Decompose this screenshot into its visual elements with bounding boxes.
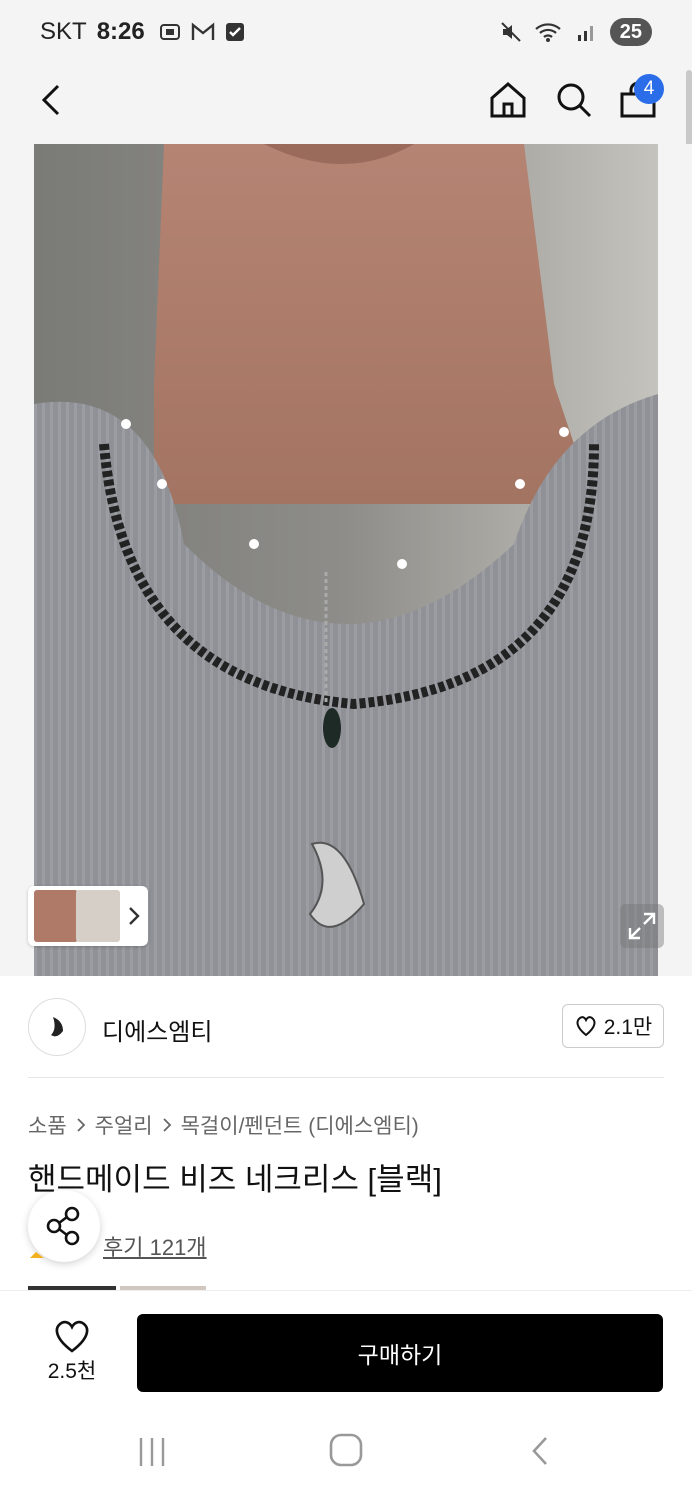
purchase-bar: 2.5천 구매하기 xyxy=(0,1290,692,1409)
mute-icon xyxy=(501,22,521,42)
battery-indicator: 25 xyxy=(609,18,652,46)
divider xyxy=(28,1077,664,1078)
status-bar: SKT 8:26 25 xyxy=(0,0,692,66)
necklace-photo xyxy=(34,144,658,976)
cart-count-badge: 4 xyxy=(634,74,664,104)
brand-row[interactable]: 디에스엠티 2.1만 xyxy=(0,976,692,1078)
carrier-label: SKT xyxy=(40,18,87,45)
expand-icon xyxy=(628,912,656,940)
brand-like-count: 2.1만 xyxy=(603,1016,653,1039)
heart-icon xyxy=(55,1320,89,1353)
review-link[interactable]: 후기 121개 xyxy=(103,1230,207,1262)
gmail-icon xyxy=(191,22,214,40)
breadcrumb: 소품 주얼리 목걸이/펜던트 (디에스엠티) xyxy=(28,1110,419,1140)
search-icon[interactable] xyxy=(552,78,596,122)
product-image[interactable] xyxy=(0,144,692,976)
wishlist-count: 2.5천 xyxy=(47,1360,97,1383)
wifi-icon xyxy=(535,23,561,42)
expand-image-button[interactable] xyxy=(620,904,664,948)
home-icon[interactable] xyxy=(486,78,530,122)
home-nav-icon[interactable] xyxy=(328,1432,364,1468)
star-icon xyxy=(30,1252,44,1258)
checkbox-icon xyxy=(225,23,244,41)
heart-icon xyxy=(576,1016,596,1037)
buy-button[interactable]: 구매하기 xyxy=(137,1314,663,1392)
breadcrumb-item[interactable]: 주얼리 xyxy=(95,1110,153,1140)
wishlist-button[interactable]: 2.5천 xyxy=(32,1315,112,1385)
brand-logo[interactable] xyxy=(28,998,86,1056)
app-bar xyxy=(0,66,692,144)
breadcrumb-item[interactable]: 목걸이/펜던트 (디에스엠티) xyxy=(181,1110,419,1140)
breadcrumb-item[interactable]: 소품 xyxy=(28,1110,67,1140)
brand-name[interactable]: 디에스엠티 xyxy=(102,1012,212,1047)
signal-icon xyxy=(577,26,593,41)
chevron-right-icon xyxy=(129,907,140,925)
thumbnail-image xyxy=(34,890,78,942)
brand-like-button[interactable]: 2.1만 xyxy=(562,1004,664,1048)
recents-icon[interactable] xyxy=(137,1436,167,1468)
clock: 8:26 xyxy=(96,18,145,45)
thumbnail-gallery-button[interactable] xyxy=(28,886,148,946)
thumbnail-image xyxy=(76,890,120,942)
screenshot-icon xyxy=(159,24,180,40)
back-arrow-icon[interactable] xyxy=(34,80,74,120)
chevron-right-icon xyxy=(77,1118,85,1132)
chevron-right-icon xyxy=(162,1118,171,1132)
system-nav-bar xyxy=(0,1408,692,1500)
back-nav-icon[interactable] xyxy=(526,1434,554,1468)
